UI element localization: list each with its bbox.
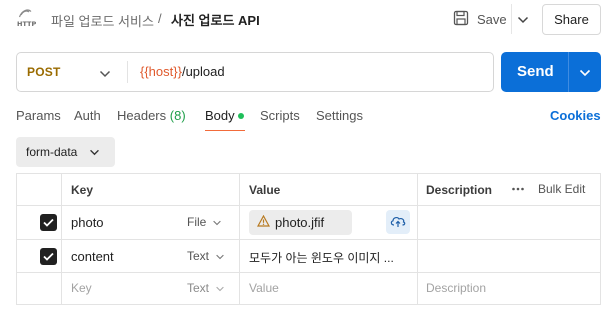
row-type-select[interactable]: File	[187, 215, 222, 229]
url-variable: {{host}}	[140, 64, 182, 79]
new-key-input[interactable]: Key	[71, 281, 92, 295]
new-value-input[interactable]: Value	[249, 281, 279, 295]
url-path: /upload	[181, 64, 225, 79]
more-options-icon[interactable]	[511, 182, 525, 199]
save-button-label: Save	[477, 11, 507, 27]
row-key[interactable]: photo	[71, 215, 104, 230]
cloud-upload-icon	[389, 214, 407, 231]
breadcrumb-parent[interactable]: 파일 업로드 서비스	[51, 11, 154, 30]
row-key[interactable]: content	[71, 249, 114, 264]
column-header-key: Key	[71, 183, 94, 197]
new-type-label: Text	[187, 281, 210, 295]
chevron-down-icon	[89, 145, 100, 159]
row-type-label: Text	[187, 249, 210, 263]
chevron-down-icon	[215, 249, 225, 263]
body-mode-label: form-data	[26, 145, 78, 159]
chevron-down-icon	[215, 281, 225, 295]
row-enabled-checkbox[interactable]	[40, 248, 57, 265]
request-url-bar: POST {{host}}/upload	[16, 52, 494, 92]
save-icon	[453, 10, 469, 29]
warning-icon	[256, 214, 271, 230]
new-type-select[interactable]: Text	[187, 281, 225, 295]
send-button-group: Send	[501, 52, 601, 92]
send-options-button[interactable]	[569, 52, 601, 92]
tab-settings[interactable]: Settings	[316, 108, 363, 123]
share-button[interactable]: Share	[542, 4, 601, 35]
row-type-label: File	[187, 215, 207, 229]
column-header-description: Description	[426, 183, 493, 197]
tab-params[interactable]: Params	[16, 108, 61, 123]
row-type-select[interactable]: Text	[187, 249, 225, 263]
cookies-link[interactable]: Cookies	[550, 108, 601, 123]
new-description-input[interactable]: Description	[426, 281, 486, 295]
checkmark-icon	[43, 252, 54, 261]
table-header-row: Key Value Description Bulk Edit	[17, 174, 600, 206]
file-name: photo.jfif	[275, 215, 325, 230]
upload-file-button[interactable]	[386, 210, 410, 234]
chevron-down-icon	[99, 66, 111, 81]
save-button[interactable]: Save	[448, 4, 508, 34]
tab-body[interactable]: Body	[205, 108, 235, 123]
checkmark-icon	[43, 218, 54, 227]
form-data-table: Key Value Description Bulk Edit photo Fi…	[16, 173, 601, 305]
method-label: POST	[27, 65, 61, 79]
url-divider	[127, 61, 128, 83]
tab-headers-label: Headers	[117, 108, 167, 123]
url-input[interactable]: {{host}}/upload	[140, 64, 225, 79]
file-chip[interactable]: photo.jfif	[249, 210, 352, 235]
row-value[interactable]: 모두가 아는 윈도우 이미지 ...	[249, 249, 394, 266]
body-mode-select[interactable]: form-data	[16, 137, 115, 167]
chevron-down-icon	[517, 12, 529, 27]
row-enabled-checkbox[interactable]	[40, 214, 57, 231]
chevron-down-icon	[212, 215, 222, 229]
breadcrumb-separator: /	[158, 11, 162, 26]
headers-count-badge: (8)	[169, 108, 186, 123]
active-tab-underline	[205, 130, 245, 131]
column-header-value: Value	[249, 183, 281, 197]
save-options-button[interactable]	[511, 4, 533, 34]
svg-text:HTTP: HTTP	[17, 20, 36, 28]
page-title[interactable]: 사진 업로드 API	[171, 10, 260, 29]
send-button[interactable]: Send	[517, 63, 554, 80]
method-select[interactable]: POST	[17, 53, 127, 91]
body-indicator-dot	[238, 113, 244, 119]
http-request-icon: HTTP	[16, 9, 40, 29]
chevron-down-icon	[579, 65, 591, 80]
tab-auth[interactable]: Auth	[74, 108, 101, 123]
tab-scripts[interactable]: Scripts	[260, 108, 300, 123]
bulk-edit-button[interactable]: Bulk Edit	[538, 182, 585, 196]
top-bar: HTTP 파일 업로드 서비스 / 사진 업로드 API Save Share	[0, 0, 616, 40]
table-row: photo File photo.jfif	[17, 206, 600, 240]
table-row: content Text 모두가 아는 윈도우 이미지 ...	[17, 240, 600, 273]
tab-headers[interactable]: Headers (8)	[117, 108, 186, 123]
table-row-placeholder: Key Text Value Description	[17, 273, 600, 304]
